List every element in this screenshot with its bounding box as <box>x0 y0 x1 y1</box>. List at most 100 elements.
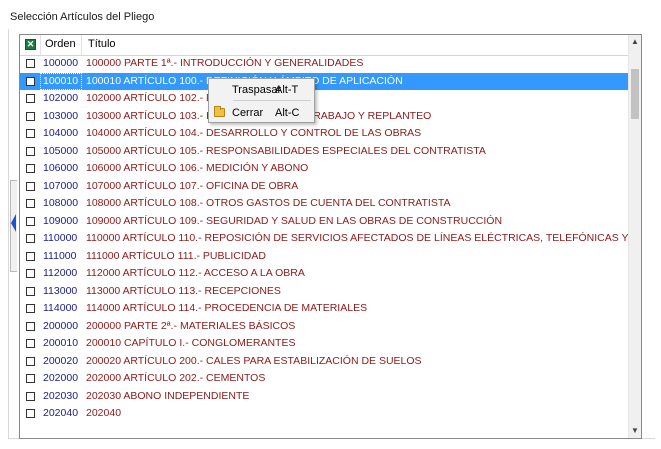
cell-titulo: 110000 ARTÍCULO 110.- REPOSICIÓN DE SERV… <box>86 232 641 244</box>
context-menu: Traspasar Alt-T Cerrar Alt-C <box>208 78 315 123</box>
list-header: ✕ Orden Título <box>20 35 630 56</box>
table-row[interactable]: 100010100010 ARTÍCULO 100.- DEFINICIÓN Y… <box>20 72 630 90</box>
cell-orden: 200010 <box>43 337 79 349</box>
cell-orden: 111000 <box>43 249 77 262</box>
row-checkbox[interactable] <box>26 391 35 401</box>
menu-item-traspasar[interactable]: Traspasar Alt-T <box>209 81 314 99</box>
row-checkbox[interactable] <box>26 374 35 383</box>
cell-titulo: 109000 ARTÍCULO 109.- SEGURIDAD Y SALUD … <box>86 214 503 227</box>
list-rows: 100000 100000 PARTE 1ª.- INTRODUCCIÓN Y G… <box>20 55 641 423</box>
table-row[interactable]: 111000 111000 ARTÍCULO 111.- PUBLICIDAD <box>20 248 630 266</box>
row-checkbox[interactable] <box>26 111 35 121</box>
cell-titulo: 112000 ARTÍCULO 112.- ACCESO A LA OBRA <box>86 267 305 279</box>
table-row[interactable]: 109000 109000 ARTÍCULO 109.- SEGURIDAD Y … <box>20 213 630 231</box>
table-row[interactable]: 100000 100000 PARTE 1ª.- INTRODUCCIÓN Y G… <box>20 55 630 73</box>
cell-titulo: 200000 PARTE 2ª.- MATERIALES BÁSICOS <box>86 319 296 332</box>
row-checkbox[interactable] <box>26 199 35 208</box>
column-header-titulo[interactable]: Título <box>82 35 630 55</box>
panel-title: Selección Artículos del Pliego <box>10 11 155 23</box>
menu-item-cerrar[interactable]: Cerrar Alt-C <box>209 104 314 122</box>
cell-orden: 113000 <box>43 284 78 297</box>
table-row[interactable]: 202000 202000 ARTÍCULO 202.- CEMENTOS <box>20 370 630 388</box>
cell-orden: 106000 <box>43 162 79 174</box>
cell-orden: 202030 <box>43 389 79 402</box>
cell-titulo: 111000 ARTÍCULO 111.- PUBLICIDAD <box>86 249 266 262</box>
row-checkbox[interactable] <box>26 409 35 418</box>
row-checkbox[interactable] <box>26 234 35 243</box>
cell-titulo: 113000 ARTÍCULO 113.- RECEPCIONES <box>86 284 281 297</box>
cell-titulo: 108000 ARTÍCULO 108.- OTROS GASTOS DE CU… <box>86 197 451 209</box>
cell-titulo: 114000 ARTÍCULO 114.- PROCEDENCIA DE MAT… <box>86 302 368 314</box>
cell-orden: 200000 <box>43 319 79 332</box>
row-checkbox[interactable] <box>26 251 35 261</box>
table-row[interactable]: 200020 200020 ARTÍCULO 200.- CALES PARA E… <box>20 353 630 371</box>
table-row[interactable]: 102000 102000 ARTÍCULO 102.- DESC <box>20 90 630 108</box>
row-checkbox[interactable] <box>26 339 35 348</box>
cell-titulo: 106000 ARTÍCULO 106.- MEDICIÓN Y ABONO <box>86 162 309 174</box>
cell-titulo: 100000 PARTE 1ª.- INTRODUCCIÓN Y GENERAL… <box>86 57 364 69</box>
table-row[interactable]: 107000 107000 ARTÍCULO 107.- OFICINA DE O… <box>20 178 630 196</box>
cell-orden: 109000 <box>43 214 79 227</box>
menu-item-label: Cerrar <box>232 107 264 119</box>
row-checkbox[interactable] <box>26 181 35 191</box>
cell-orden: 202040 <box>43 407 79 419</box>
row-checkbox[interactable] <box>26 356 35 366</box>
table-row[interactable]: 200010 200010 CAPÍTULO I.- CONGLOMERANTES <box>20 335 630 353</box>
table-row[interactable]: 202030 202030 ABONO INDEPENDIENTE <box>20 388 630 406</box>
cell-orden: 105000 <box>43 144 79 157</box>
table-row[interactable]: 200000 200000 PARTE 2ª.- MATERIALES BÁSIC… <box>20 318 630 336</box>
collapse-arrow-icon[interactable] <box>11 214 16 232</box>
column-header-orden[interactable]: Orden <box>40 35 82 55</box>
row-checkbox[interactable] <box>26 304 35 313</box>
menu-item-label: Traspasar <box>232 84 282 96</box>
cell-orden: 103000 <box>43 109 79 122</box>
cell-titulo: 104000 ARTÍCULO 104.- DESARROLLO Y CONTR… <box>86 127 422 139</box>
cell-orden: 114000 <box>43 302 78 314</box>
scroll-thumb[interactable] <box>631 69 639 119</box>
row-checkbox[interactable] <box>26 216 35 226</box>
table-row[interactable]: 103000103000 ARTÍCULO 103.- INICI ROGRAM… <box>20 108 630 126</box>
cell-orden: 108000 <box>43 197 79 209</box>
excel-checkbox-icon[interactable]: ✕ <box>25 39 36 50</box>
cell-titulo: 200020 ARTÍCULO 200.- CALES PARA ESTABIL… <box>86 354 422 367</box>
row-checkbox[interactable] <box>26 164 35 173</box>
cell-orden: 100000 <box>43 57 79 69</box>
table-row[interactable]: 113000 113000 ARTÍCULO 113.- RECEPCIONES <box>20 283 630 301</box>
cell-titulo: 107000 ARTÍCULO 107.- OFICINA DE OBRA <box>86 179 299 192</box>
cell-orden: 104000 <box>43 127 79 139</box>
row-checkbox[interactable] <box>26 129 35 138</box>
table-row[interactable]: 106000 106000 ARTÍCULO 106.- MEDICIÓN Y A… <box>20 160 630 178</box>
table-row[interactable]: 105000 105000 ARTÍCULO 105.- RESPONSABILI… <box>20 143 630 161</box>
scroll-up-icon[interactable]: ▲ <box>629 35 641 49</box>
cell-titulo: 105000 ARTÍCULO 105.- RESPONSABILIDADES … <box>86 144 486 157</box>
seleccion-articulos-panel: Selección Artículos del Pliego ✕ Orden T… <box>0 0 661 449</box>
row-checkbox[interactable] <box>26 269 35 278</box>
cell-orden: 100010 <box>43 74 79 87</box>
cell-orden: 112000 <box>43 267 78 279</box>
menu-item-shortcut: Alt-C <box>275 107 300 119</box>
table-row[interactable]: 202040 202040 <box>20 405 630 423</box>
table-row[interactable]: 114000 114000 ARTÍCULO 114.- PROCEDENCIA … <box>20 300 630 318</box>
row-checkbox[interactable] <box>26 146 35 156</box>
cell-titulo: 202000 ARTÍCULO 202.- CEMENTOS <box>86 372 266 384</box>
table-row[interactable]: 110000 110000 ARTÍCULO 110.- REPOSICIÓN D… <box>20 230 641 248</box>
table-row[interactable]: 104000 104000 ARTÍCULO 104.- DESARROLLO Y… <box>20 125 630 143</box>
vertical-scrollbar[interactable]: ▲ ▼ <box>628 35 641 438</box>
row-checkbox[interactable] <box>26 321 35 331</box>
header-check-column[interactable]: ✕ <box>20 35 41 55</box>
articles-list[interactable]: ✕ Orden Título 100000 100000 PARTE 1ª.- I… <box>19 34 642 439</box>
cell-orden: 102000 <box>43 92 79 104</box>
menu-separator <box>233 100 311 101</box>
cell-titulo: 202030 ABONO INDEPENDIENTE <box>86 389 250 402</box>
row-checkbox[interactable] <box>26 59 35 68</box>
scroll-down-icon[interactable]: ▼ <box>629 424 641 438</box>
cell-orden: 107000 <box>43 179 79 192</box>
row-checkbox[interactable] <box>26 94 35 103</box>
row-checkbox[interactable] <box>26 286 35 296</box>
table-row[interactable]: 112000 112000 ARTÍCULO 112.- ACCESO A LA … <box>20 265 630 283</box>
row-checkbox[interactable] <box>26 76 35 86</box>
menu-item-shortcut: Alt-T <box>275 84 299 96</box>
table-row[interactable]: 108000 108000 ARTÍCULO 108.- OTROS GASTOS… <box>20 195 630 213</box>
cell-titulo: 202040 <box>86 407 122 419</box>
cell-orden: 202000 <box>43 372 79 384</box>
